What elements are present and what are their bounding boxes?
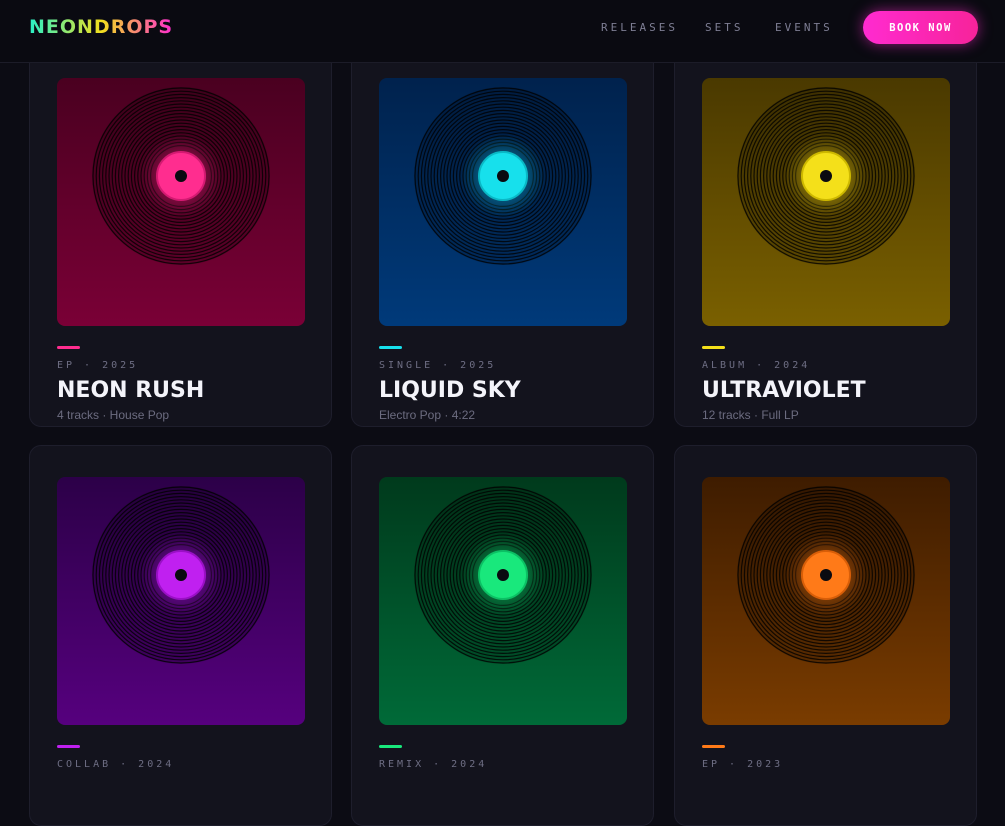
release-meta: ALBUM · 2024 [702, 360, 811, 371]
release-card-liquid-sky[interactable]: SINGLE · 2025 LIQUID SKY Electro Pop · 4… [351, 46, 654, 427]
accent-bar [379, 745, 402, 748]
release-subtitle: 4 tracks · House Pop [57, 408, 170, 422]
nav-link-sets[interactable]: SETS [705, 21, 744, 34]
release-cover-art[interactable] [702, 477, 950, 725]
accent-bar [57, 745, 80, 748]
release-meta: SINGLE · 2025 [379, 360, 497, 371]
release-card-collab[interactable]: COLLAB · 2024 [29, 445, 332, 826]
accent-bar [702, 346, 725, 349]
release-meta: COLLAB · 2024 [57, 759, 175, 770]
release-title[interactable]: NEON RUSH [57, 378, 204, 403]
vinyl-record-icon [737, 486, 915, 664]
release-card-ep-2023[interactable]: EP · 2023 [674, 445, 977, 826]
accent-bar [379, 346, 402, 349]
release-cover-art[interactable] [379, 78, 627, 326]
release-subtitle: 12 tracks · Full LP [702, 408, 799, 422]
release-cover-art[interactable] [702, 78, 950, 326]
release-meta: REMIX · 2024 [379, 759, 488, 770]
book-now-button[interactable]: BOOK NOW [863, 11, 978, 44]
release-title[interactable]: LIQUID SKY [379, 378, 521, 403]
release-subtitle: Electro Pop · 4:22 [379, 408, 476, 422]
accent-bar [57, 346, 80, 349]
vinyl-record-icon [414, 486, 592, 664]
brand-logo[interactable]: NEONDROPS [29, 16, 173, 38]
vinyl-record-icon [92, 486, 270, 664]
release-title[interactable]: ULTRAVIOLET [702, 378, 866, 403]
release-card-ultraviolet[interactable]: ALBUM · 2024 ULTRAVIOLET 12 tracks · Ful… [674, 46, 977, 427]
release-meta: EP · 2025 [57, 360, 139, 371]
vinyl-record-icon [737, 87, 915, 265]
release-cover-art[interactable] [57, 477, 305, 725]
release-meta: EP · 2023 [702, 759, 784, 770]
vinyl-record-icon [92, 87, 270, 265]
top-nav-bar: NEONDROPS RELEASES SETS EVENTS BOOK NOW [0, 0, 1005, 63]
release-card-remix[interactable]: REMIX · 2024 [351, 445, 654, 826]
vinyl-record-icon [414, 87, 592, 265]
release-cover-art[interactable] [57, 78, 305, 326]
nav-link-releases[interactable]: RELEASES [601, 21, 678, 34]
nav-link-events[interactable]: EVENTS [775, 21, 833, 34]
accent-bar [702, 745, 725, 748]
release-card-neon-rush[interactable]: EP · 2025 NEON RUSH 4 tracks · House Pop [29, 46, 332, 427]
release-cover-art[interactable] [379, 477, 627, 725]
